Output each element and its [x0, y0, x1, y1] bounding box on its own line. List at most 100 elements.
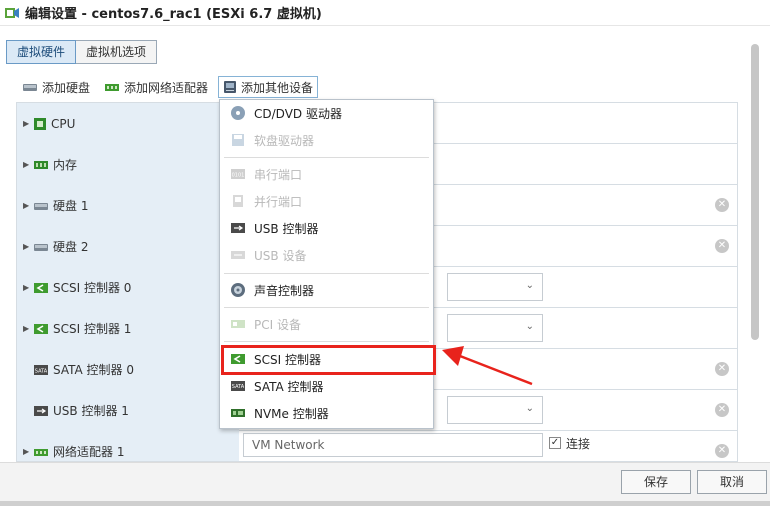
- cdrom-icon: [231, 106, 245, 120]
- menu-item-cd-dvd[interactable]: CD/DVD 驱动器: [220, 100, 433, 126]
- usb-icon: [231, 223, 245, 233]
- hardware-row-label: ▶ 内存: [17, 144, 239, 185]
- expand-caret-icon[interactable]: ▶: [23, 119, 33, 128]
- expand-caret-icon[interactable]: ▶: [23, 447, 33, 456]
- usb-device-icon: [231, 251, 245, 259]
- menu-item-label: USB 控制器: [254, 221, 319, 236]
- nvme-icon: [231, 409, 245, 417]
- menu-item-usb-controller[interactable]: USB 控制器: [220, 215, 433, 241]
- remove-device-icon[interactable]: ✕: [715, 198, 729, 212]
- hardware-toolbar: 添加硬盘 添加网络适配器 添加其他设备: [18, 76, 324, 98]
- svg-text:SATA: SATA: [35, 368, 48, 374]
- device-icon: [224, 81, 237, 93]
- scsi-icon: [34, 282, 48, 293]
- hardware-name: 硬盘 2: [53, 240, 89, 254]
- disk-icon: [23, 84, 37, 91]
- add-nic-label: 添加网络适配器: [124, 80, 209, 95]
- menu-item-sata-controller[interactable]: SATA SATA 控制器: [220, 373, 433, 399]
- hardware-name: SCSI 控制器 0: [53, 281, 132, 295]
- hardware-row-label: ▶ 硬盘 1: [17, 185, 239, 226]
- scsi-type-select[interactable]: ⌄: [447, 314, 543, 342]
- svg-text:0101: 0101: [232, 173, 245, 179]
- menu-item-label: PCI 设备: [254, 317, 301, 332]
- hardware-row-label: ▶ 硬盘 2: [17, 226, 239, 267]
- usb-icon: [34, 405, 48, 416]
- menu-item-usb-device: USB 设备: [220, 242, 433, 268]
- hardware-row-nic-1[interactable]: ▶ 网络适配器 1 VM Network ✓ 连接 ✕: [17, 431, 737, 461]
- add-disk-button[interactable]: 添加硬盘: [18, 76, 94, 98]
- window-title: 编辑设置 - centos7.6_rac1 (ESXi 6.7 虚拟机): [25, 7, 322, 22]
- hardware-name: USB 控制器 1: [53, 404, 129, 418]
- horizontal-scrollbar[interactable]: [0, 501, 770, 506]
- add-nic-button[interactable]: 添加网络适配器: [100, 76, 212, 98]
- chevron-down-icon: ⌄: [525, 403, 534, 414]
- hardware-row-label: ▶ SCSI 控制器 0: [17, 267, 239, 308]
- expand-caret-icon[interactable]: ▶: [23, 283, 33, 292]
- disk-icon: [34, 243, 48, 251]
- hardware-name: CPU: [51, 116, 76, 131]
- menu-item-label: 并行端口: [254, 194, 303, 209]
- window-titlebar: 编辑设置 - centos7.6_rac1 (ESXi 6.7 虚拟机): [0, 0, 770, 26]
- remove-device-icon[interactable]: ✕: [715, 362, 729, 376]
- remove-device-icon[interactable]: ✕: [715, 444, 729, 458]
- scsi-icon: [34, 323, 48, 334]
- sata-icon: SATA: [34, 364, 48, 375]
- menu-item-label: 软盘驱动器: [254, 133, 315, 148]
- menu-item-serial-port: 0101 串行端口: [220, 161, 433, 187]
- menu-item-label: 声音控制器: [254, 283, 315, 298]
- vertical-scrollbar[interactable]: [751, 44, 759, 340]
- network-select[interactable]: VM Network: [243, 433, 543, 457]
- remove-device-icon[interactable]: ✕: [715, 239, 729, 253]
- menu-item-sound-controller[interactable]: 声音控制器: [220, 277, 433, 303]
- hardware-row-label: ▶ 网络适配器 1: [17, 431, 239, 461]
- menu-item-pci-device: PCI 设备: [220, 311, 433, 337]
- dialog-footer: 保存 取消: [0, 462, 770, 506]
- menu-item-label: USB 设备: [254, 248, 307, 263]
- usb-type-select[interactable]: ⌄: [447, 396, 543, 424]
- expand-caret-icon[interactable]: ▶: [23, 201, 33, 210]
- menu-item-floppy: 软盘驱动器: [220, 127, 433, 153]
- sata-icon: SATA: [231, 381, 245, 391]
- add-disk-label: 添加硬盘: [42, 80, 91, 95]
- remove-device-icon[interactable]: ✕: [715, 403, 729, 417]
- hardware-name: 硬盘 1: [53, 199, 89, 213]
- expand-caret-icon[interactable]: ▶: [23, 242, 33, 251]
- cancel-button[interactable]: 取消: [697, 470, 767, 494]
- chevron-down-icon: ⌄: [525, 280, 534, 291]
- tab-bar: 虚拟硬件 虚拟机选项: [6, 40, 158, 64]
- sound-icon: [231, 283, 245, 297]
- hardware-row-label: SATA SATA 控制器 0: [17, 349, 239, 390]
- floppy-icon: [232, 134, 244, 146]
- hardware-row-label: ▶ CPU: [17, 103, 239, 144]
- hardware-name: SCSI 控制器 1: [53, 322, 132, 336]
- menu-item-label: SATA 控制器: [254, 379, 324, 394]
- menu-item-label: CD/DVD 驱动器: [254, 106, 342, 121]
- add-other-device-button[interactable]: 添加其他设备: [218, 76, 319, 98]
- arrow-annotation-icon: [442, 346, 533, 386]
- parallel-port-icon: [233, 195, 243, 207]
- hardware-name: SATA 控制器 0: [53, 363, 134, 377]
- svg-text:SATA: SATA: [232, 384, 245, 390]
- hardware-row-label: ▶ SCSI 控制器 1: [17, 308, 239, 349]
- menu-item-nvme-controller[interactable]: NVMe 控制器: [220, 400, 433, 426]
- save-button[interactable]: 保存: [621, 470, 691, 494]
- vm-edit-icon: [5, 7, 19, 18]
- menu-item-label: NVMe 控制器: [254, 406, 329, 421]
- menu-item-parallel-port: 并行端口: [220, 188, 433, 214]
- menu-item-label: 串行端口: [254, 167, 303, 182]
- tab-virtual-hardware[interactable]: 虚拟硬件: [6, 40, 77, 64]
- connect-checkbox[interactable]: ✓: [549, 437, 561, 449]
- hardware-name: 网络适配器 1: [53, 445, 125, 459]
- nic-icon: [34, 448, 48, 456]
- scsi-type-select[interactable]: ⌄: [447, 273, 543, 301]
- hardware-name: 内存: [53, 158, 78, 172]
- pci-icon: [231, 320, 245, 328]
- disk-icon: [34, 202, 48, 210]
- expand-caret-icon[interactable]: ▶: [23, 160, 33, 169]
- nic-icon: [105, 84, 120, 91]
- memory-icon: [34, 160, 48, 169]
- chevron-down-icon: ⌄: [525, 321, 534, 332]
- cpu-icon: [34, 117, 46, 130]
- tab-vm-options[interactable]: 虚拟机选项: [76, 40, 158, 64]
- expand-caret-icon[interactable]: ▶: [23, 324, 33, 333]
